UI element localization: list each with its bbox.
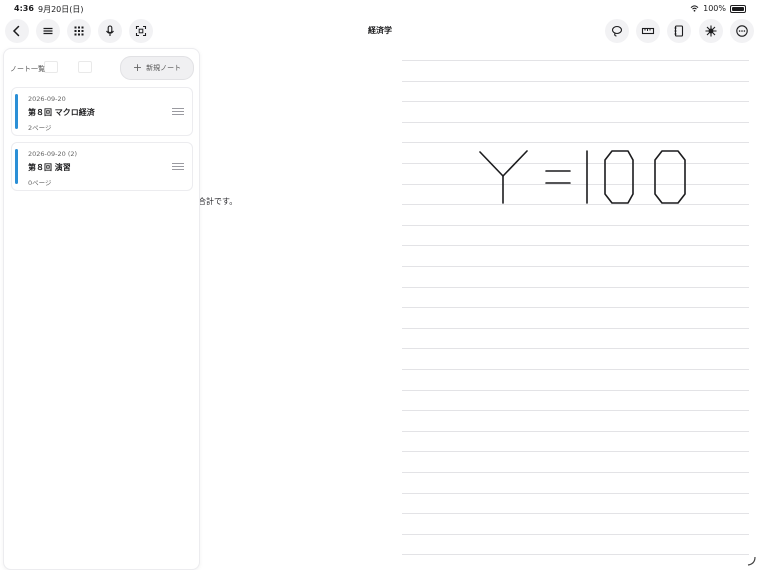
- handwriting-strokes: [479, 150, 686, 204]
- sparkle-icon: [705, 25, 717, 37]
- note-date: 2026-09-20: [28, 95, 66, 103]
- note-accent-bar: [15, 94, 18, 129]
- plus-icon: +: [132, 61, 143, 74]
- panel-ghost-icons: [44, 61, 92, 73]
- status-right: 100%: [690, 4, 746, 13]
- resize-handle-icon[interactable]: [746, 556, 756, 566]
- panel-title: ノート一覧: [10, 65, 45, 73]
- notebook-button[interactable]: [667, 19, 691, 43]
- drag-handle-icon[interactable]: [172, 163, 184, 172]
- note-card[interactable]: 2026-09-20 第８回 マクロ経済 2ページ: [11, 87, 193, 136]
- calendar-icon: [78, 61, 92, 73]
- note-title: 第８回 演習: [28, 163, 71, 172]
- battery-icon: [730, 4, 746, 13]
- new-note-button[interactable]: + 新規ノート: [120, 56, 194, 80]
- note-list-panel: ノート一覧 + 新規ノート 2026-09-20 第８回 マクロ経済 2ページ …: [3, 48, 200, 570]
- more-button[interactable]: [730, 19, 754, 43]
- lasso-button[interactable]: [605, 19, 629, 43]
- tag-icon: [44, 61, 58, 73]
- note-card[interactable]: 2026-09-20 (2) 第８回 演習 0ページ: [11, 142, 193, 191]
- notebook-icon: [674, 25, 684, 37]
- battery-percent: 100%: [703, 4, 726, 13]
- new-note-label: 新規ノート: [146, 64, 182, 72]
- note-accent-bar: [15, 149, 18, 184]
- drag-handle-icon[interactable]: [172, 108, 184, 117]
- lasso-icon: [611, 25, 623, 37]
- status-date: 9月20日(日): [38, 5, 84, 14]
- note-page-count: 0ページ: [28, 179, 52, 187]
- more-icon: [736, 25, 748, 37]
- handwriting-canvas[interactable]: [402, 48, 749, 568]
- ruler-icon: [641, 27, 655, 35]
- ruler-button[interactable]: [636, 19, 660, 43]
- top-toolbar: 経済学: [0, 16, 760, 46]
- sparkle-button[interactable]: [699, 19, 723, 43]
- note-title: 第８回 マクロ経済: [28, 108, 95, 117]
- note-visible-text: 合計です。: [198, 197, 238, 206]
- wifi-icon: [690, 5, 699, 12]
- status-time: 4:36: [14, 4, 34, 13]
- note-date: 2026-09-20 (2): [28, 150, 78, 158]
- status-bar: 4:36 9月20日(日) 100%: [0, 0, 760, 16]
- note-page-count: 2ページ: [28, 124, 52, 132]
